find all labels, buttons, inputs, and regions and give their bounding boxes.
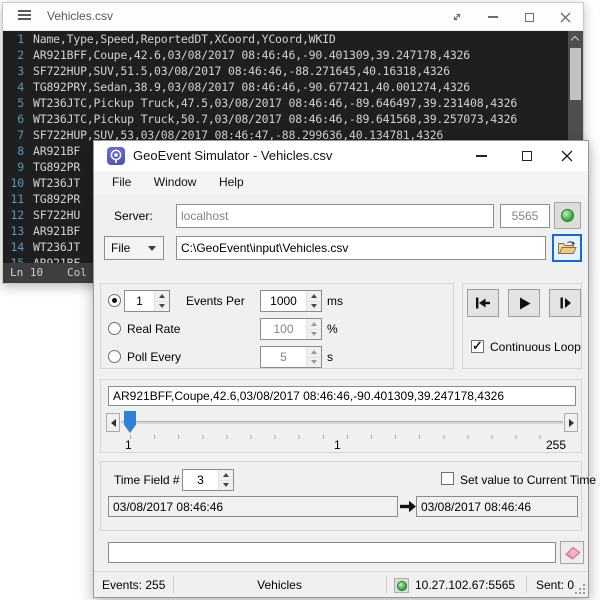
ms-unit-label: ms	[327, 294, 343, 308]
source-type-value: File	[111, 241, 130, 255]
spin-down-icon[interactable]	[155, 301, 169, 312]
events-per-label: Events Per	[186, 294, 245, 308]
play-icon	[518, 297, 531, 310]
close-button[interactable]	[554, 145, 580, 167]
menu-file[interactable]: File	[103, 171, 140, 193]
spin-down-icon	[307, 357, 321, 368]
menu-help[interactable]: Help	[210, 171, 253, 193]
editor-line: 5WT236JTC,Pickup Truck,47.5,03/08/2017 0…	[3, 95, 583, 111]
editor-title: Vehicles.csv	[47, 9, 113, 23]
message-field[interactable]	[108, 542, 556, 563]
time-from-field[interactable]	[108, 496, 398, 517]
spin-down-icon	[307, 329, 321, 340]
geoevent-app-icon	[107, 147, 125, 165]
close-button[interactable]	[557, 9, 573, 25]
slider-right-button[interactable]	[564, 413, 578, 432]
real-rate-spinner: 100	[260, 318, 322, 340]
event-preview-input[interactable]	[108, 386, 576, 406]
continuous-loop-checkbox[interactable]	[471, 340, 484, 353]
connection-status-icon	[394, 578, 409, 593]
time-field-label: Time Field #	[114, 473, 180, 487]
hamburger-menu-icon[interactable]	[18, 14, 31, 16]
simulator-titlebar: GeoEvent Simulator - Vehicles.csv	[94, 141, 588, 171]
menu-window[interactable]: Window	[145, 171, 206, 193]
eraser-icon	[564, 545, 581, 560]
editor-line: 6WT236JTC,Pickup Truck,50.7,03/08/2017 0…	[3, 111, 583, 127]
event-count-spinner[interactable]: 1	[124, 290, 170, 312]
poll-spinner: 5	[260, 346, 322, 368]
set-current-time-label: Set value to Current Time	[460, 473, 596, 487]
play-button[interactable]	[508, 289, 540, 317]
line-indicator: Ln 10	[10, 266, 43, 279]
scroll-up-icon[interactable]	[571, 36, 579, 44]
editor-line: 4TG892PRY,Sedan,38.9,03/08/2017 08:46:46…	[3, 79, 583, 95]
step-icon	[558, 297, 572, 309]
time-field-spinner[interactable]: 3	[182, 469, 234, 491]
expand-icon[interactable]	[449, 9, 465, 25]
spin-up-icon[interactable]	[219, 470, 233, 480]
slider-current-label: 1	[334, 438, 341, 452]
resize-grip[interactable]	[575, 584, 585, 594]
sent-count: Sent: 0	[536, 578, 574, 592]
seconds-unit-label: s	[327, 350, 333, 364]
arrow-right-icon	[400, 500, 416, 513]
real-rate-label: Real Rate	[127, 322, 180, 336]
spin-up-icon[interactable]	[155, 291, 169, 301]
slider-left-button[interactable]	[106, 413, 120, 432]
poll-every-radio[interactable]	[108, 350, 121, 363]
interval-spinner[interactable]: 1000	[260, 290, 322, 312]
spin-down-icon[interactable]	[219, 480, 233, 491]
server-address: 10.27.102.67:5565	[415, 578, 515, 592]
skip-to-start-button[interactable]	[467, 289, 499, 317]
percent-unit-label: %	[327, 322, 338, 336]
minimize-button[interactable]	[485, 9, 501, 25]
skip-start-icon	[475, 297, 491, 309]
editor-line: 1Name,Type,Speed,ReportedDT,XCoord,YCoor…	[3, 31, 583, 47]
spin-up-icon	[307, 319, 321, 329]
scrollbar-thumb[interactable]	[570, 48, 581, 100]
step-button[interactable]	[549, 289, 581, 317]
continuous-loop-label: Continuous Loop	[490, 340, 581, 354]
spin-down-icon[interactable]	[307, 301, 321, 312]
editor-line: 2AR921BFF,Coupe,42.6,03/08/2017 08:46:46…	[3, 47, 583, 63]
simulation-name: Vehicles	[173, 578, 386, 592]
maximize-button[interactable]	[521, 9, 537, 25]
source-type-select[interactable]: File	[104, 236, 164, 260]
connected-status-icon	[561, 209, 574, 222]
minimize-button[interactable]	[468, 145, 494, 167]
simulator-statusbar: Events: 255 Vehicles 10.27.102.67:5565 S…	[94, 571, 588, 597]
clear-button[interactable]	[560, 541, 584, 564]
chevron-down-icon	[148, 246, 156, 251]
editor-line: 3SF722HUP,SUV,51.5,03/08/2017 08:46:46,-…	[3, 63, 583, 79]
slider-min-label: 1	[125, 438, 132, 452]
real-rate-radio[interactable]	[108, 322, 121, 335]
slider-max-label: 255	[546, 438, 566, 452]
geoevent-simulator-window: GeoEvent Simulator - Vehicles.csv File W…	[93, 140, 589, 598]
arrow-right-icon	[569, 419, 574, 427]
column-indicator: Col	[67, 266, 87, 279]
window-title: GeoEvent Simulator - Vehicles.csv	[133, 148, 332, 163]
spin-up-icon[interactable]	[307, 291, 321, 301]
file-path-input[interactable]	[176, 236, 546, 260]
browse-file-button[interactable]	[552, 234, 582, 262]
events-count: Events: 255	[102, 578, 165, 592]
open-folder-icon	[557, 240, 577, 256]
menubar: File Window Help	[94, 171, 588, 195]
time-to-field[interactable]	[416, 496, 578, 517]
slider-track[interactable]	[121, 421, 563, 424]
arrow-left-icon	[111, 419, 116, 427]
maximize-button[interactable]	[514, 145, 540, 167]
server-port-input[interactable]	[500, 204, 550, 228]
events-per-radio[interactable]	[108, 294, 121, 307]
spin-up-icon	[307, 347, 321, 357]
slider-ticks	[130, 435, 564, 439]
connect-button[interactable]	[554, 202, 581, 229]
server-host-input[interactable]	[176, 204, 494, 228]
server-label: Server:	[114, 209, 153, 223]
set-current-time-checkbox[interactable]	[441, 472, 454, 485]
editor-titlebar: Vehicles.csv	[3, 3, 583, 31]
poll-every-label: Poll Every	[127, 350, 181, 364]
